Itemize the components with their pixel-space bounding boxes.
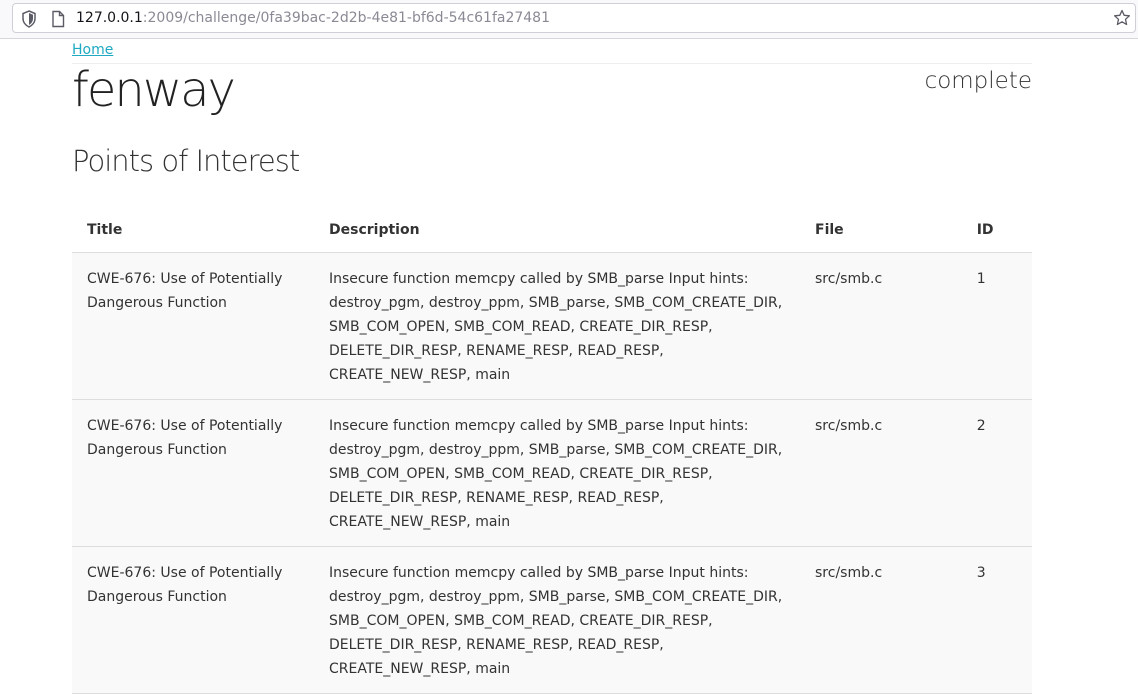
cell-file: src/smb.c [800, 546, 962, 694]
table-row: CWE-676: Use of Potentially Dangerous Fu… [72, 252, 1032, 400]
table-row: CWE-676: Use of Potentially Dangerous Fu… [72, 399, 1032, 547]
cell-id: 2 [961, 399, 1032, 547]
cell-id: 3 [961, 546, 1032, 694]
cell-description: Insecure function memcpy called by SMB_p… [314, 252, 801, 400]
url-text[interactable]: 127.0.0.1:2009/challenge/0fa39bac-2d2b-4… [76, 10, 550, 26]
browser-toolbar: 127.0.0.1:2009/challenge/0fa39bac-2d2b-4… [0, 0, 1138, 39]
cell-title: CWE-676: Use of Potentially Dangerous Fu… [72, 546, 314, 694]
challenge-title: fenway [72, 62, 236, 118]
home-link[interactable]: Home [72, 42, 113, 58]
cell-id: 1 [961, 252, 1032, 400]
section-title: Points of Interest [72, 144, 300, 178]
url-host: 127.0.0.1 [76, 10, 143, 26]
column-header-id: ID [961, 208, 1032, 253]
cell-description: Insecure function memcpy called by SMB_p… [314, 399, 801, 547]
shield-icon[interactable] [21, 10, 37, 32]
bookmark-star-icon[interactable] [1113, 9, 1131, 31]
cell-description: Insecure function memcpy called by SMB_p… [314, 546, 801, 694]
challenge-status: complete [924, 68, 1032, 94]
address-bar[interactable]: 127.0.0.1:2009/challenge/0fa39bac-2d2b-4… [12, 3, 1136, 33]
table-header-row: Title Description File ID [72, 208, 1032, 253]
cell-file: src/smb.c [800, 252, 962, 400]
page-icon [51, 10, 65, 32]
column-header-description: Description [314, 208, 801, 253]
breadcrumb: Home [72, 42, 113, 58]
cell-title: CWE-676: Use of Potentially Dangerous Fu… [72, 252, 314, 400]
cell-file: src/smb.c [800, 399, 962, 547]
table-row: CWE-676: Use of Potentially Dangerous Fu… [72, 546, 1032, 694]
points-of-interest-table: Title Description File ID CWE-676: Use o… [72, 208, 1032, 694]
url-path: :2009/challenge/0fa39bac-2d2b-4e81-bf6d-… [142, 10, 550, 26]
cell-title: CWE-676: Use of Potentially Dangerous Fu… [72, 399, 314, 547]
column-header-title: Title [72, 208, 314, 253]
column-header-file: File [800, 208, 962, 253]
